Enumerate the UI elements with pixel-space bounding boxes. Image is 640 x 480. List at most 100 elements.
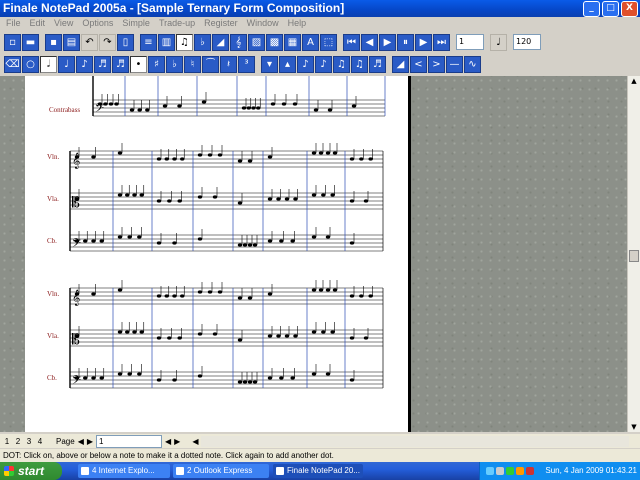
system-clock: Sun, 4 Jan 2009 01:43.21 xyxy=(545,466,637,475)
page-tab-2[interactable]: 2 xyxy=(14,437,22,446)
save-icon[interactable]: ▪ xyxy=(45,33,62,51)
page-tab-1[interactable]: 1 xyxy=(3,437,11,446)
flat-icon[interactable]: ♭ xyxy=(166,55,183,73)
menu-options[interactable]: Options xyxy=(82,17,113,30)
flip-stem-icon[interactable]: ▾ xyxy=(261,55,278,73)
decrescendo-icon[interactable]: > xyxy=(428,55,445,73)
undo-icon[interactable]: ↶ xyxy=(81,33,98,51)
play-icon[interactable]: ▶ xyxy=(379,33,396,51)
page-field-prev-icon[interactable]: ◀ xyxy=(165,437,171,446)
break-beam-icon[interactable]: ♫ xyxy=(351,55,368,73)
security-icon[interactable] xyxy=(506,467,514,475)
repeat-tool-icon[interactable]: ▩ xyxy=(266,33,283,51)
grace-note-icon[interactable]: ▴ xyxy=(279,55,296,73)
scroll-down-icon[interactable]: ▼ xyxy=(629,422,639,432)
whole-note-icon[interactable]: ○ xyxy=(22,55,39,73)
menu-window[interactable]: Window xyxy=(247,17,279,30)
page-number-input[interactable]: 1 xyxy=(96,434,162,448)
time-signature-icon[interactable]: ▨ xyxy=(248,33,265,51)
system3-viola-label: Vla. xyxy=(47,332,59,340)
chord-icon[interactable]: ♬ xyxy=(369,55,386,73)
dot-tool-icon[interactable]: • xyxy=(130,55,147,73)
forward-icon[interactable]: ▶ xyxy=(415,33,432,51)
minimize-button[interactable]: _ xyxy=(583,1,600,17)
tie-icon[interactable]: ⁀ xyxy=(202,55,219,73)
rewind-icon[interactable]: ⏮ xyxy=(343,33,360,51)
maximize-button[interactable]: □ xyxy=(602,1,619,17)
network-icon[interactable] xyxy=(486,467,494,475)
fast-forward-icon[interactable]: ⏭ xyxy=(433,33,450,51)
system3-violin-label: Vln. xyxy=(47,290,60,298)
score-page[interactable]: Contrabass 𝄢 Vln. Vla. Cb. 𝄞 𝄡 𝄢 Vln. Vla.… xyxy=(25,76,409,432)
start-button[interactable]: start xyxy=(0,462,62,480)
scroll-thumb[interactable] xyxy=(629,250,639,262)
menu-file[interactable]: File xyxy=(6,17,21,30)
eraser-icon[interactable]: ⌫ xyxy=(4,55,21,73)
menu-edit[interactable]: Edit xyxy=(30,17,46,30)
page-field-next-icon[interactable]: ▶ xyxy=(174,437,180,446)
ie-icon xyxy=(81,467,89,475)
horizontal-scrollbar[interactable] xyxy=(201,435,629,447)
text-tool-icon[interactable]: A xyxy=(302,33,319,51)
slur-icon[interactable]: ◢ xyxy=(392,55,409,73)
page-prev-icon[interactable]: ◀ xyxy=(78,437,84,446)
sixteenth-note-icon[interactable]: ♬ xyxy=(94,55,111,73)
tray-app-icon[interactable] xyxy=(516,467,524,475)
page-next-icon[interactable]: ▶ xyxy=(87,437,93,446)
print-icon[interactable]: ▤ xyxy=(63,33,80,51)
simple-entry-icon[interactable]: ♫ xyxy=(176,33,193,51)
rest-icon[interactable]: 𝄽 xyxy=(220,55,237,73)
title-bar: Finale NotePad 2005a - [Sample Ternary F… xyxy=(0,0,640,17)
menu-simple[interactable]: Simple xyxy=(122,17,150,30)
measure-input[interactable]: 1 xyxy=(456,34,484,50)
tuplet-icon[interactable]: ³ xyxy=(238,55,255,73)
open-folder-icon[interactable]: ▬ xyxy=(22,33,39,51)
redo-icon[interactable]: ↷ xyxy=(99,33,116,51)
score-notation[interactable]: Contrabass 𝄢 Vln. Vla. Cb. 𝄞𝄡𝄢 Vln. Vla.… xyxy=(25,76,408,432)
selection-tool-icon[interactable]: ⬚ xyxy=(320,33,337,51)
tray-alert-icon[interactable] xyxy=(526,467,534,475)
quarter-note-icon[interactable]: ♩ xyxy=(58,55,75,73)
key-signature-icon[interactable]: ♭ xyxy=(194,33,211,51)
system-tray: Sun, 4 Jan 2009 01:43.21 xyxy=(479,462,640,480)
menu-trade-up[interactable]: Trade-up xyxy=(159,17,195,30)
task-finale-notepad[interactable]: Finale NotePad 20... xyxy=(273,464,363,478)
half-note-icon[interactable]: 𝅗𝅥 xyxy=(40,55,57,73)
score-workspace[interactable]: Contrabass 𝄢 Vln. Vla. Cb. 𝄞 𝄡 𝄢 Vln. Vla.… xyxy=(0,76,628,432)
tempo-input[interactable]: 120 xyxy=(513,34,541,50)
trill-icon[interactable]: ∿ xyxy=(464,55,481,73)
page-tab-4[interactable]: 4 xyxy=(36,437,44,446)
task-internet-explorer[interactable]: 4 Internet Explo... xyxy=(78,464,170,478)
natural-icon[interactable]: ♮ xyxy=(184,55,201,73)
staff-tool-icon[interactable]: ≡ xyxy=(140,33,157,51)
measure-tool-icon[interactable]: ▥ xyxy=(158,33,175,51)
lyrics-tool-icon[interactable]: ▦ xyxy=(284,33,301,51)
tempo-note-icon[interactable]: ♩ xyxy=(490,33,507,51)
stem-down-icon[interactable]: ♪ xyxy=(315,55,332,73)
scroll-up-icon[interactable]: ▲ xyxy=(629,76,639,86)
sharp-icon[interactable]: ♯ xyxy=(148,55,165,73)
pause-icon[interactable]: ⏸ xyxy=(397,33,414,51)
menu-help[interactable]: Help xyxy=(288,17,307,30)
page-view-icon[interactable]: ▯ xyxy=(117,33,134,51)
clef-tool-icon[interactable]: 𝄞 xyxy=(230,33,247,51)
stem-up-icon[interactable]: ♪ xyxy=(297,55,314,73)
page-tab-3[interactable]: 3 xyxy=(25,437,33,446)
beam-icon[interactable]: ♫ xyxy=(333,55,350,73)
system-1: Contrabass 𝄢 xyxy=(49,76,386,118)
slur-tool-icon[interactable]: ◢ xyxy=(212,33,229,51)
close-button[interactable]: X xyxy=(621,1,638,17)
new-file-icon[interactable]: ▫ xyxy=(4,33,21,51)
crescendo-icon[interactable]: < xyxy=(410,55,427,73)
thirty-second-note-icon[interactable]: ♬ xyxy=(112,55,129,73)
task-outlook-express[interactable]: 2 Outlook Express xyxy=(173,464,269,478)
menu-view[interactable]: View xyxy=(54,17,73,30)
hscroll-left-icon[interactable]: ◀ xyxy=(192,437,198,446)
back-icon[interactable]: ◀ xyxy=(361,33,378,51)
speaker-icon[interactable] xyxy=(496,467,504,475)
eighth-note-icon[interactable]: ♪ xyxy=(76,55,93,73)
menu-register[interactable]: Register xyxy=(204,17,238,30)
page-label: Page xyxy=(56,436,75,446)
line-icon[interactable]: — xyxy=(446,55,463,73)
vertical-scrollbar[interactable]: ▲ ▼ xyxy=(627,76,640,432)
